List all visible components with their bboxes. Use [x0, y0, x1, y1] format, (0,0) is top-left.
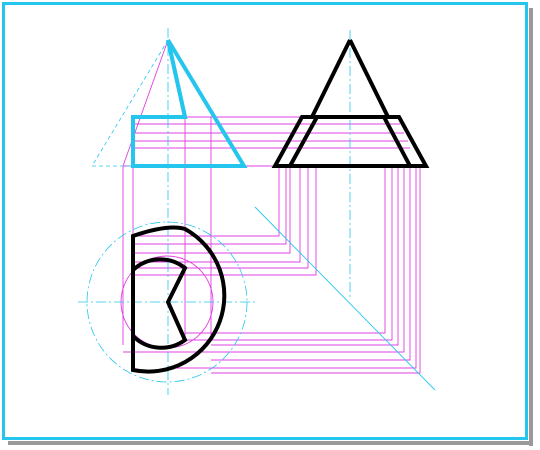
side-view-cone [271, 39, 430, 168]
front-view-cone [131, 38, 248, 168]
projection-drawing [78, 28, 436, 395]
miter-line [254, 206, 436, 391]
